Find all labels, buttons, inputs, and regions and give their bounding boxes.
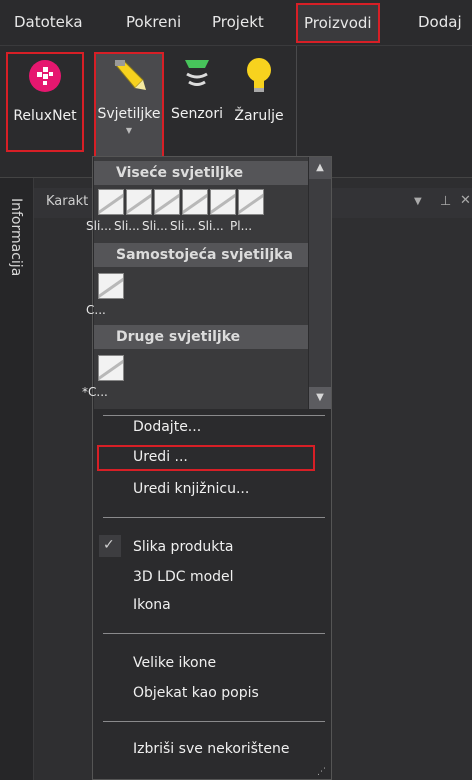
category-header: Samostojeća svjetiljka (94, 243, 308, 267)
thumb-label: C... (86, 303, 106, 317)
sensor-icon (166, 56, 228, 96)
luminaire-thumb[interactable] (98, 355, 124, 381)
luminaire-icon (96, 58, 162, 100)
menu-separator (103, 415, 325, 416)
ikona-item[interactable]: Ikona (133, 597, 171, 613)
uredi-knjiznicu-item[interactable]: Uredi knjižnicu... (133, 481, 249, 497)
luminaire-dropdown: Viseće svjetiljke Sli... Sli... Sli... S… (82, 156, 332, 780)
ldc-model-item[interactable]: 3D LDC model (133, 569, 234, 585)
panel-title: Karakt (46, 194, 89, 209)
menu-projekt[interactable]: Projekt (206, 0, 270, 46)
zarulje-button[interactable]: Žarulje (230, 52, 288, 152)
thumb-label: *C... (82, 385, 108, 399)
luminaire-thumb[interactable] (238, 189, 264, 215)
pin-icon[interactable]: ⊥ (440, 194, 451, 209)
gallery-scrollbar[interactable]: ▲ ▼ (309, 157, 331, 409)
luminaire-thumb[interactable] (98, 273, 124, 299)
thumb-label: Sli... (170, 219, 196, 233)
luminaire-thumb[interactable] (210, 189, 236, 215)
senzori-label: Senzori (171, 106, 223, 122)
thumb-label: Sli... (142, 219, 168, 233)
menu-separator (103, 517, 325, 518)
luminaire-thumb[interactable] (126, 189, 152, 215)
close-icon[interactable]: ✕ (460, 193, 471, 208)
dodajte-item[interactable]: Dodajte... (133, 419, 201, 435)
informacija-tab[interactable]: Informacija (8, 198, 24, 276)
reluxnet-icon (8, 58, 82, 98)
menu-pokreni[interactable]: Pokreni (120, 0, 187, 46)
menu-bar: Datoteka Pokreni Projekt Proizvodi Dodaj (0, 0, 472, 46)
chevron-down-icon: ▼ (125, 126, 133, 135)
uredi-item[interactable]: Uredi ... (133, 449, 188, 465)
menu-datoteka[interactable]: Datoteka (8, 0, 89, 46)
luminaire-thumb[interactable] (182, 189, 208, 215)
thumb-label: Sli... (198, 219, 224, 233)
category-header: Viseće svjetiljke (94, 161, 308, 185)
thumb-label: Sli... (86, 219, 112, 233)
bulb-icon (230, 56, 288, 98)
thumb-label: Sli... (114, 219, 140, 233)
menu-separator (103, 721, 325, 722)
svjetiljke-label: Svjetiljke (97, 106, 161, 122)
panel-menu-icon[interactable]: ▼ (414, 196, 422, 207)
luminaire-gallery: Viseće svjetiljke Sli... Sli... Sli... S… (82, 157, 308, 409)
check-icon: ✓ (103, 537, 115, 553)
izbrisi-item[interactable]: Izbriši sve nekorištene (133, 741, 289, 757)
svjetiljke-button[interactable]: Svjetiljke ▼ (94, 52, 164, 164)
slika-produkta-item[interactable]: Slika produkta (133, 539, 233, 555)
scroll-up-icon[interactable]: ▲ (309, 157, 331, 179)
category-header: Druge svjetiljke (94, 325, 308, 349)
resize-grip-icon[interactable]: ⋰ (317, 767, 326, 777)
zarulje-label: Žarulje (234, 108, 284, 124)
velike-ikone-item[interactable]: Velike ikone (133, 655, 216, 671)
scroll-down-icon[interactable]: ▼ (309, 387, 331, 409)
menu-separator (103, 633, 325, 634)
luminaire-thumb[interactable] (154, 189, 180, 215)
uredi-highlight (97, 445, 315, 471)
reluxnet-label: ReluxNet (13, 108, 77, 124)
menu-dodaj[interactable]: Dodaj (412, 0, 468, 46)
objekat-kao-popis-item[interactable]: Objekat kao popis (133, 685, 259, 701)
menu-proizvodi[interactable]: Proizvodi (296, 3, 380, 43)
reluxnet-button[interactable]: ReluxNet (6, 52, 84, 152)
senzori-button[interactable]: Senzori (166, 52, 228, 152)
luminaire-thumb[interactable] (98, 189, 124, 215)
thumb-label: Pl... (230, 219, 253, 233)
